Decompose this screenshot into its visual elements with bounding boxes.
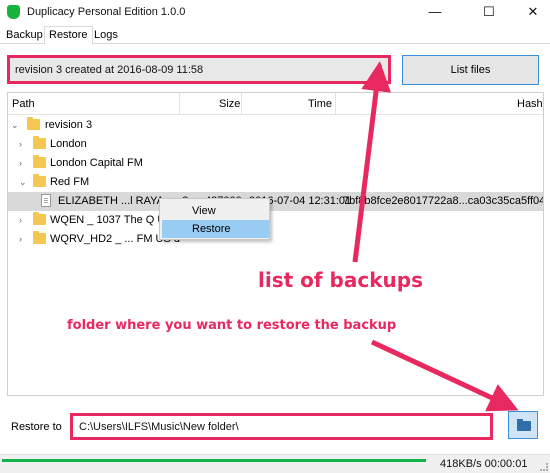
context-menu: View Restore — [159, 198, 270, 240]
column-hash[interactable]: Hash — [517, 98, 543, 110]
folder-icon — [33, 174, 46, 187]
revision-value: revision 3 created at 2016-08-09 11:58 — [15, 64, 204, 76]
menu-item-label: Restore — [192, 223, 231, 235]
folder-icon — [33, 231, 46, 244]
resize-grip-icon[interactable] — [540, 463, 548, 471]
tree-row-label: London Capital FM — [50, 157, 143, 169]
chevron-right-icon[interactable]: › — [19, 158, 28, 168]
list-files-button[interactable]: List files — [402, 55, 539, 85]
chevron-right-icon[interactable]: › — [19, 234, 28, 244]
app-shield-icon — [7, 5, 20, 19]
column-divider[interactable] — [179, 93, 180, 115]
column-size[interactable]: Size — [219, 98, 240, 110]
tree-header: Path Size Time Hash — [8, 93, 543, 115]
tree-row-folder[interactable]: › WQRV_HD2 _ ... FM US d — [8, 230, 543, 249]
annotation-restore-folder: folder where you want to restore the bac… — [67, 318, 397, 333]
folder-open-icon — [517, 419, 531, 431]
tree-row-label: London — [50, 138, 87, 150]
folder-icon — [33, 212, 46, 225]
progress-bar — [2, 459, 426, 462]
column-divider[interactable] — [335, 93, 336, 115]
restore-path-input[interactable]: C:\Users\ILFS\Music\New folder\ — [70, 413, 493, 440]
chevron-down-icon[interactable]: ⌄ — [11, 120, 20, 131]
annotation-list-of-backups: list of backups — [258, 268, 423, 292]
tree-row-folder[interactable]: › London — [8, 135, 543, 154]
restore-path-value: C:\Users\ILFS\Music\New folder\ — [79, 421, 239, 433]
maximize-button[interactable]: ☐ — [466, 0, 512, 26]
chevron-right-icon[interactable]: › — [19, 215, 28, 225]
folder-icon — [33, 155, 46, 168]
file-icon — [41, 194, 51, 207]
chevron-right-icon[interactable]: › — [19, 139, 28, 149]
file-hash: 7bf8b8fce2e8017722a8...ca03c35ca5ff04374… — [343, 195, 543, 207]
tab-restore[interactable]: Restore — [44, 26, 93, 45]
browse-folder-button[interactable] — [508, 411, 538, 439]
tree-row-folder[interactable]: › London Capital FM — [8, 154, 543, 173]
column-path[interactable]: Path — [12, 98, 35, 110]
restore-to-label: Restore to — [11, 421, 62, 433]
menu-item-restore[interactable]: Restore — [162, 220, 269, 238]
tab-bar: Backup Restore Logs — [0, 26, 550, 45]
clear-icon[interactable]: × — [377, 62, 383, 74]
tree-row-file-selected[interactable]: ELIZABETH ...l RAYA.mp3 437000 2016-07-0… — [8, 192, 543, 211]
status-text: 418KB/s 00:00:01 — [440, 458, 528, 470]
tab-logs[interactable]: Logs — [90, 27, 122, 44]
progress-fill — [2, 459, 426, 462]
file-tree[interactable]: Path Size Time Hash ⌄ revision 3 › Londo… — [7, 92, 544, 396]
minimize-button[interactable]: — — [412, 0, 458, 26]
column-divider[interactable] — [241, 93, 242, 115]
window-title: Duplicacy Personal Edition 1.0.0 — [27, 6, 186, 18]
tree-row-label: Red FM — [50, 176, 90, 188]
folder-icon — [27, 117, 40, 130]
revision-dropdown[interactable]: revision 3 created at 2016-08-09 11:58 × — [7, 55, 391, 84]
folder-icon — [33, 136, 46, 149]
menu-item-label: View — [192, 205, 216, 217]
tree-row-label: revision 3 — [45, 119, 93, 131]
close-button[interactable]: ✕ — [510, 0, 550, 26]
tab-backup[interactable]: Backup — [2, 27, 47, 44]
menu-item-view[interactable]: View — [162, 202, 269, 220]
column-time[interactable]: Time — [308, 98, 332, 110]
status-bar: 418KB/s 00:00:01 — [0, 454, 550, 473]
chevron-down-icon[interactable]: ⌄ — [19, 177, 28, 188]
tree-row-folder[interactable]: › WQEN _ 1037 The Q US d — [8, 211, 543, 230]
tree-row-folder[interactable]: ⌄ Red FM — [8, 173, 543, 192]
tree-row-revision[interactable]: ⌄ revision 3 — [8, 116, 543, 135]
title-bar: Duplicacy Personal Edition 1.0.0 — ☐ ✕ — [0, 0, 550, 26]
